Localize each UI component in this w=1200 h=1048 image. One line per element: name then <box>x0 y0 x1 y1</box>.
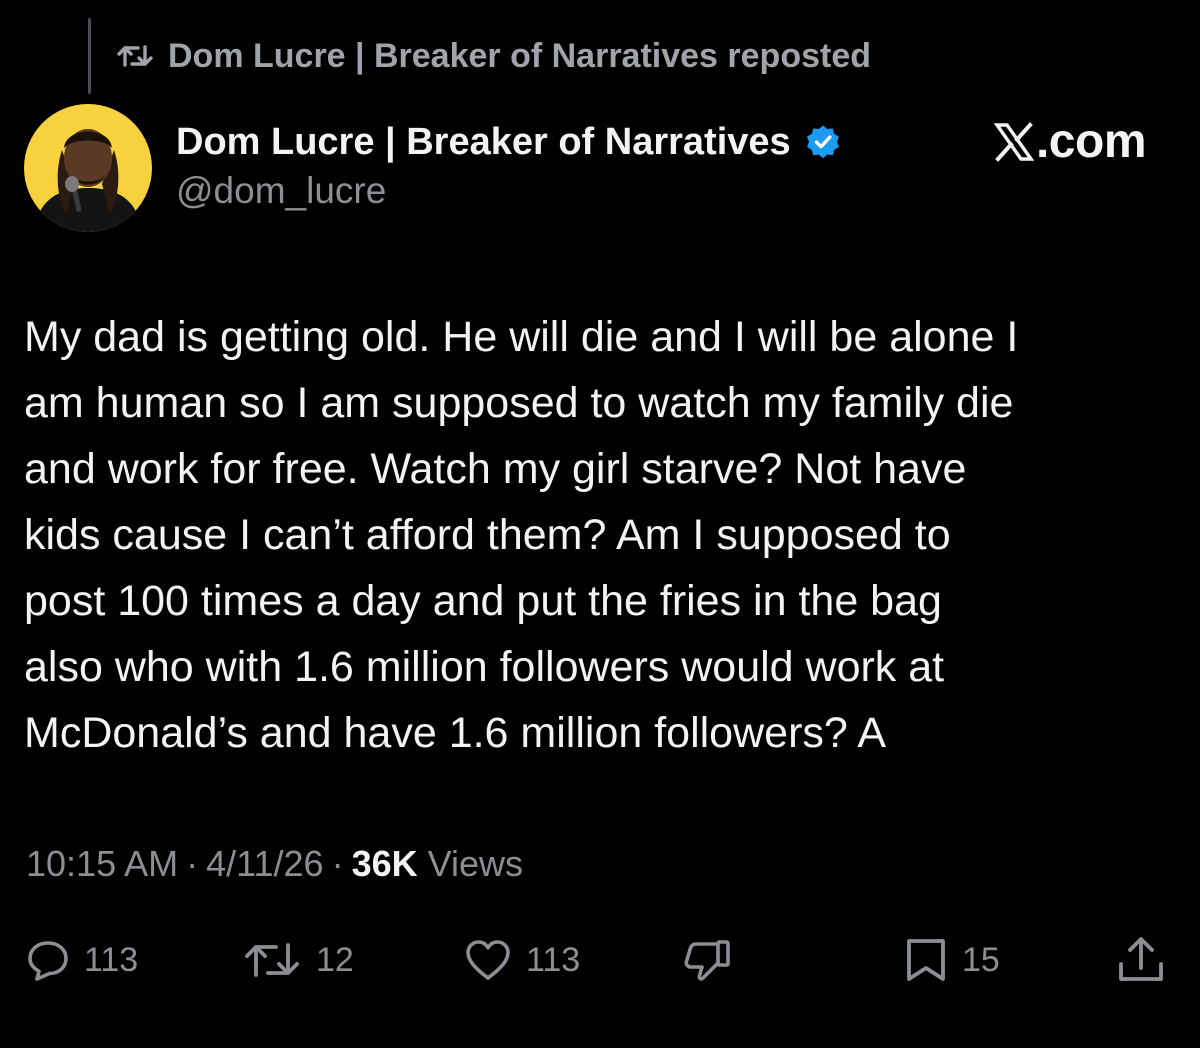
share-button[interactable] <box>1116 930 1166 990</box>
post-text-line: My dad is getting old. He will die and I… <box>24 313 1019 361</box>
share-icon <box>1116 936 1166 984</box>
bookmark-count: 15 <box>962 940 1000 979</box>
repost-header[interactable]: Dom Lucre | Breaker of Narratives repost… <box>116 34 871 78</box>
post-text-line: kids cause I can’t afford them? Am I sup… <box>24 511 951 559</box>
repost-icon <box>242 938 302 982</box>
reply-count: 113 <box>84 940 139 979</box>
author-handle[interactable]: @dom_lucre <box>176 170 386 212</box>
author-display-name[interactable]: Dom Lucre | Breaker of Narratives <box>176 121 791 164</box>
repost-icon <box>116 42 154 70</box>
repost-button[interactable]: 12 <box>242 930 354 990</box>
meta-separator: · <box>331 843 344 884</box>
post-text-line: post 100 times a day and put the fries i… <box>24 577 942 625</box>
verified-badge-icon <box>805 124 841 160</box>
site-brand: .com <box>993 114 1147 169</box>
dislike-button[interactable] <box>682 930 732 990</box>
avatar[interactable] <box>24 104 152 232</box>
views-count: 36K <box>351 843 418 884</box>
post-text-line: also who with 1.6 million followers woul… <box>24 643 945 691</box>
views-label: Views <box>427 843 523 884</box>
heart-icon <box>464 938 512 982</box>
repost-divider <box>88 18 91 94</box>
like-button[interactable]: 113 <box>464 930 580 990</box>
thumbs-down-icon <box>682 937 732 983</box>
repost-text: Dom Lucre | Breaker of Narratives repost… <box>168 36 871 75</box>
post-text: My dad is getting old. He will die and I… <box>24 304 1174 766</box>
author-name-row[interactable]: Dom Lucre | Breaker of Narratives <box>176 116 841 168</box>
action-bar: 113 12 113 15 <box>0 930 1200 990</box>
bookmark-icon <box>904 937 948 983</box>
reply-icon <box>26 938 70 982</box>
post-date[interactable]: 4/11/26 <box>206 843 323 885</box>
post-text-line: and work for free. Watch my girl starve?… <box>24 445 967 493</box>
meta-separator: · <box>186 843 199 884</box>
site-brand-text: .com <box>1035 115 1147 168</box>
like-count: 113 <box>526 940 581 979</box>
bookmark-button[interactable]: 15 <box>904 930 1000 990</box>
x-logo-icon <box>993 121 1034 162</box>
reply-button[interactable]: 113 <box>26 930 138 990</box>
post-time[interactable]: 10:15 AM <box>26 843 178 885</box>
post-text-line: am human so I am supposed to watch my fa… <box>24 379 1014 427</box>
post-meta: 10:15 AM · 4/11/26 · 36K Views <box>26 840 523 888</box>
repost-count: 12 <box>316 940 354 979</box>
post-text-line: McDonald’s and have 1.6 million follower… <box>24 709 887 757</box>
